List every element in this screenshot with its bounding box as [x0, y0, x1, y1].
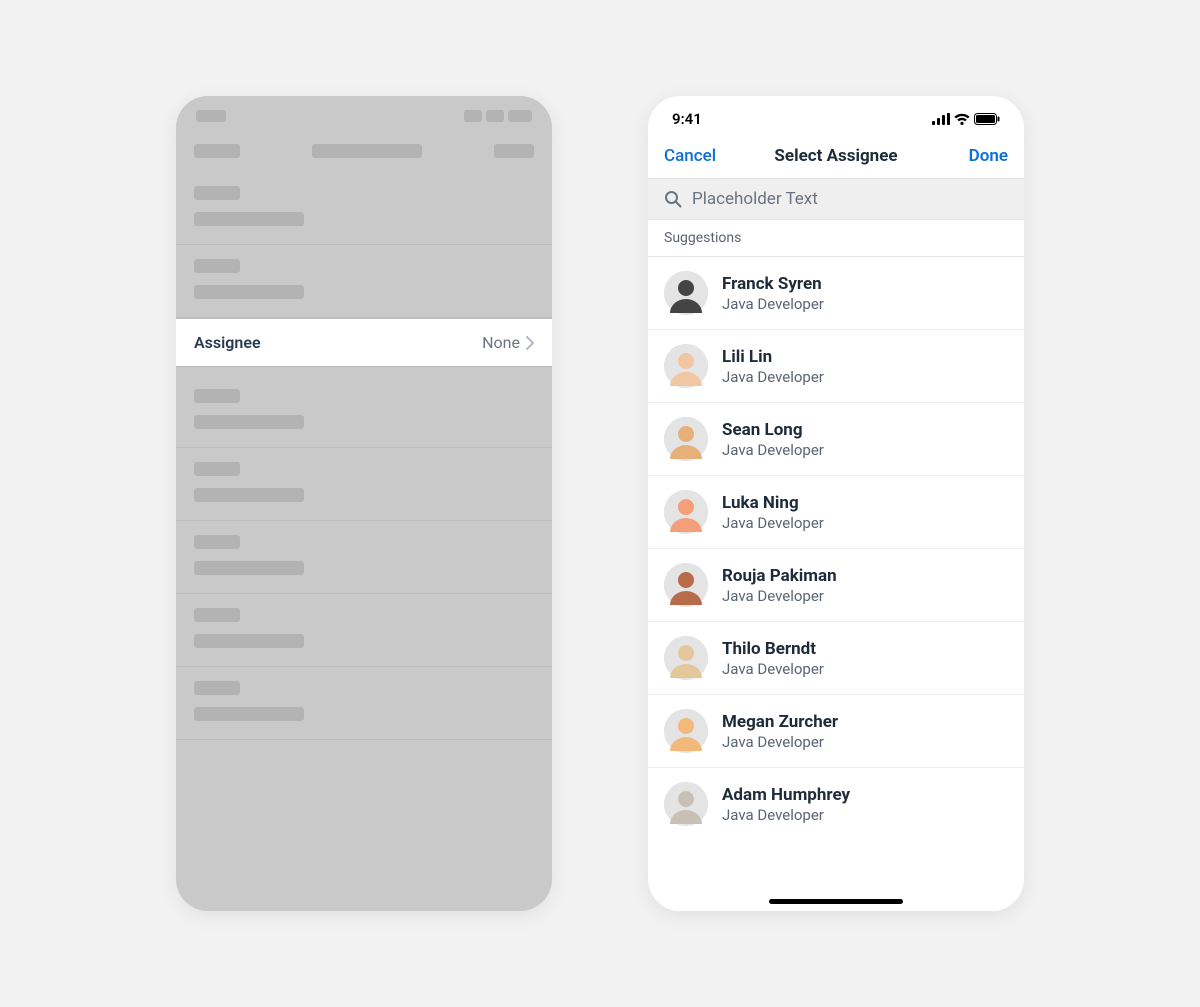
list-item-texts: Thilo BerndtJava Developer — [722, 638, 824, 678]
statusbar: 9:41 — [648, 96, 1024, 134]
list-item-texts: Luka NingJava Developer — [722, 492, 824, 532]
statusbar-placeholder — [176, 96, 552, 128]
cancel-button[interactable]: Cancel — [664, 146, 724, 166]
list-item[interactable]: Luka NingJava Developer — [648, 475, 1024, 548]
person-name: Lili Lin — [722, 346, 824, 368]
list-item-texts: Megan ZurcherJava Developer — [722, 711, 838, 751]
assignee-value-text: None — [482, 333, 520, 352]
list-item[interactable]: Rouja PakimanJava Developer — [648, 548, 1024, 621]
list-item-texts: Lili LinJava Developer — [722, 346, 824, 386]
home-indicator[interactable] — [769, 899, 903, 904]
avatar — [664, 417, 708, 461]
avatar — [664, 782, 708, 826]
list-item-texts: Sean LongJava Developer — [722, 419, 824, 459]
person-name: Franck Syren — [722, 273, 824, 295]
list-item[interactable]: Thilo BerndtJava Developer — [648, 621, 1024, 694]
battery-icon — [974, 113, 1000, 125]
avatar — [664, 709, 708, 753]
avatar — [664, 490, 708, 534]
chevron-right-icon — [526, 336, 534, 350]
avatar — [664, 344, 708, 388]
person-name: Thilo Berndt — [722, 638, 824, 660]
suggestions-list: Franck SyrenJava DeveloperLili LinJava D… — [648, 257, 1024, 911]
assignee-field[interactable]: Assignee None — [176, 318, 552, 367]
titlebar-placeholder — [176, 128, 552, 172]
search-field[interactable]: Placeholder Text — [648, 179, 1024, 220]
person-name: Adam Humphrey — [722, 784, 850, 806]
header-title: Select Assignee — [774, 146, 897, 166]
list-item[interactable]: Megan ZurcherJava Developer — [648, 694, 1024, 767]
list-item-texts: Franck SyrenJava Developer — [722, 273, 824, 313]
suggestions-label: Suggestions — [648, 220, 1024, 257]
list-item[interactable]: Sean LongJava Developer — [648, 402, 1024, 475]
placeholder-row — [176, 172, 552, 245]
person-role: Java Developer — [722, 587, 837, 605]
statusbar-icons — [932, 113, 1000, 125]
person-role: Java Developer — [722, 441, 824, 459]
avatar — [664, 636, 708, 680]
statusbar-time: 9:41 — [672, 110, 702, 128]
done-button[interactable]: Done — [948, 146, 1008, 166]
signal-icon — [932, 113, 950, 125]
person-name: Megan Zurcher — [722, 711, 838, 733]
list-item-texts: Adam HumphreyJava Developer — [722, 784, 850, 824]
placeholder-row — [176, 245, 552, 318]
select-assignee-screen: 9:41 Cancel Select Assignee Done Placeho… — [648, 96, 1024, 911]
person-role: Java Developer — [722, 806, 850, 824]
list-item[interactable]: Lili LinJava Developer — [648, 329, 1024, 402]
form-screen-mock: Assignee None — [176, 96, 552, 911]
avatar — [664, 563, 708, 607]
person-name: Sean Long — [722, 419, 824, 441]
avatar — [664, 271, 708, 315]
placeholder-row — [176, 448, 552, 521]
person-role: Java Developer — [722, 660, 824, 678]
search-placeholder: Placeholder Text — [692, 189, 818, 209]
list-item[interactable]: Franck SyrenJava Developer — [648, 257, 1024, 329]
header: Cancel Select Assignee Done — [648, 134, 1024, 179]
assignee-label: Assignee — [194, 333, 261, 352]
person-role: Java Developer — [722, 368, 824, 386]
assignee-value: None — [482, 333, 534, 352]
person-role: Java Developer — [722, 295, 824, 313]
person-name: Rouja Pakiman — [722, 565, 837, 587]
search-icon — [664, 190, 682, 208]
person-role: Java Developer — [722, 514, 824, 532]
wifi-icon — [954, 113, 970, 125]
placeholder-row — [176, 667, 552, 740]
list-item[interactable]: Adam HumphreyJava Developer — [648, 767, 1024, 840]
placeholder-row — [176, 594, 552, 667]
placeholder-row — [176, 521, 552, 594]
person-role: Java Developer — [722, 733, 838, 751]
list-item-texts: Rouja PakimanJava Developer — [722, 565, 837, 605]
person-name: Luka Ning — [722, 492, 824, 514]
placeholder-row — [176, 375, 552, 448]
